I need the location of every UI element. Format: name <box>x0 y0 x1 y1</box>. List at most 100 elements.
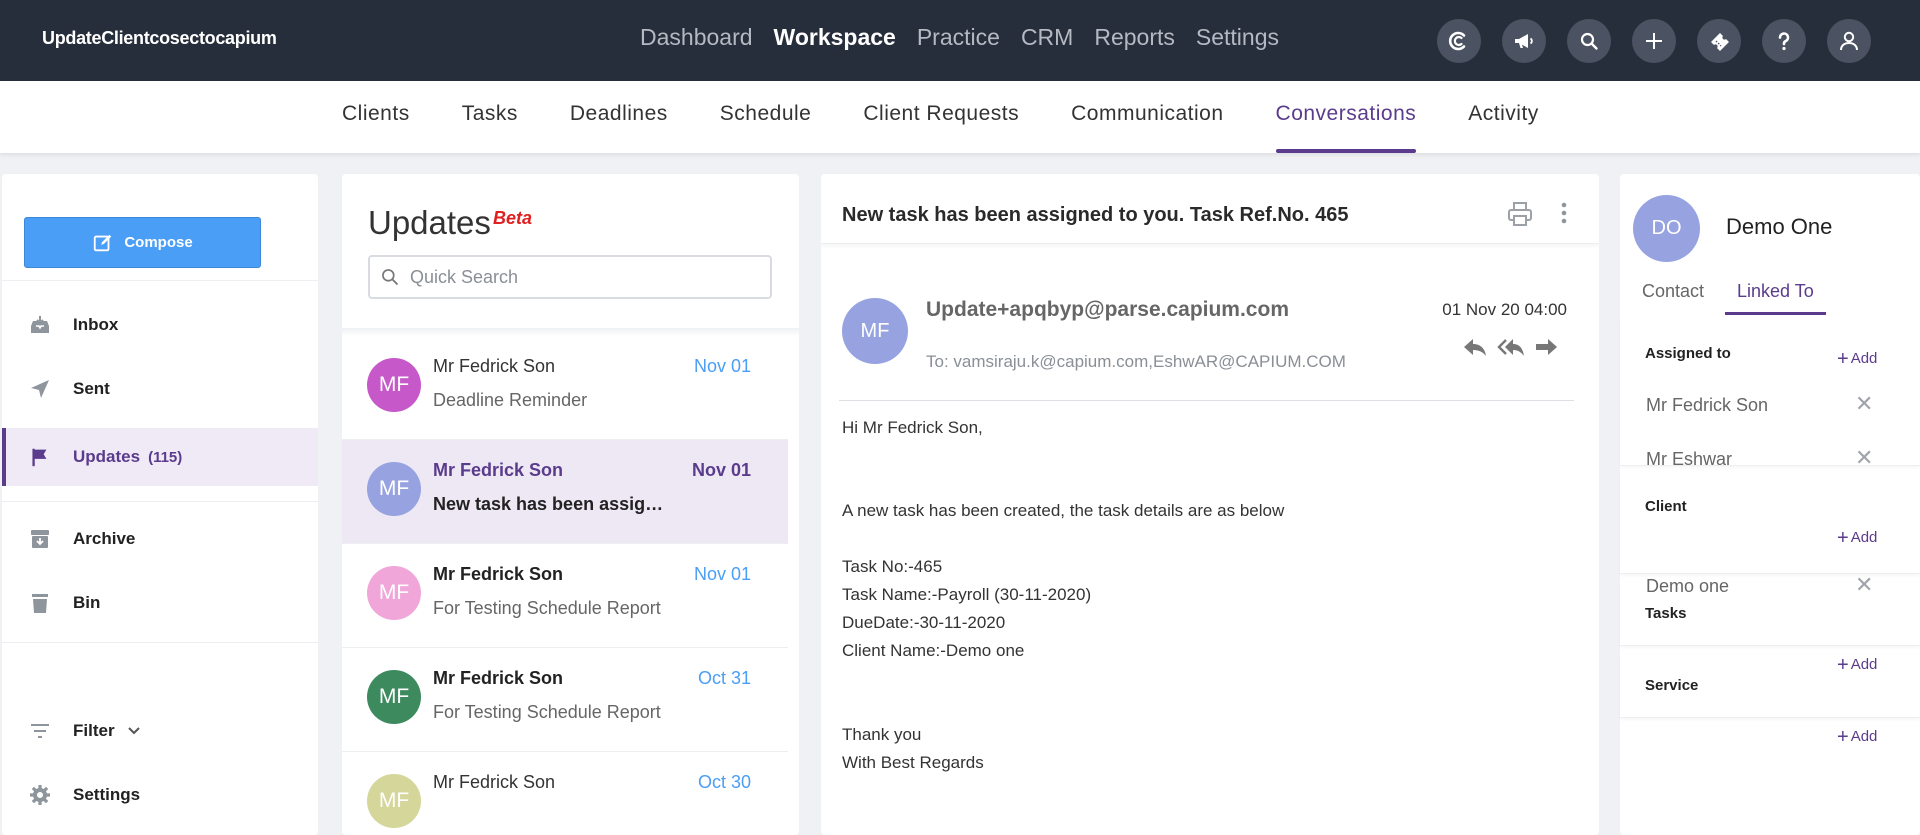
nav-practice[interactable]: Practice <box>917 24 1000 51</box>
plus-icon: + <box>1837 348 1849 370</box>
folder-archive[interactable]: Archive <box>2 510 318 568</box>
message-list-item[interactable]: MF Mr Fedrick Son Deadline Reminder Nov … <box>342 336 788 440</box>
folder-inbox[interactable]: Inbox <box>2 296 318 354</box>
add-service-button[interactable]: + Add <box>1837 726 1877 749</box>
remove-icon[interactable]: ✕ <box>1855 445 1873 471</box>
updates-count: (115) <box>148 448 183 466</box>
folder-sent[interactable]: Sent <box>2 360 318 418</box>
beta-badge: Beta <box>493 208 533 228</box>
contact-name: Demo One <box>1726 214 1833 239</box>
more-vertical-icon[interactable] <box>1558 200 1570 228</box>
body-greeting: Hi Mr Fedrick Son, <box>842 418 983 437</box>
flag-icon <box>27 444 53 470</box>
client-section: Client <box>1620 474 1920 574</box>
folder-updates[interactable]: Updates (115) <box>2 428 318 486</box>
assignee-item: Mr Eshwar <box>1646 449 1733 469</box>
assignee-item: Mr Fedrick Son <box>1646 395 1769 415</box>
archive-icon <box>27 526 53 552</box>
trash-icon <box>27 590 53 616</box>
quick-search-input[interactable] <box>410 263 760 291</box>
assigned-section: Assigned to <box>1620 319 1920 466</box>
tab-linked-to[interactable]: Linked To <box>1725 281 1826 315</box>
capium-logo-icon[interactable] <box>1437 19 1481 63</box>
plus-icon: + <box>1837 726 1849 748</box>
compose-label: Compose <box>124 234 193 251</box>
tab-schedule[interactable]: Schedule <box>720 81 812 153</box>
message-subject: New task has been assigned to you. Task … <box>433 494 665 514</box>
search-icon <box>382 269 399 286</box>
add-label: Add <box>1850 529 1878 546</box>
filter-toggle[interactable]: Filter <box>2 702 318 760</box>
chevron-down-icon <box>127 721 141 741</box>
tab-communication[interactable]: Communication <box>1071 81 1223 153</box>
message-list-item[interactable]: MF Mr Fedrick Son For Testing Schedule R… <box>342 544 788 648</box>
nav-reports[interactable]: Reports <box>1094 24 1175 51</box>
reply-all-icon[interactable] <box>1497 334 1525 360</box>
megaphone-icon[interactable] <box>1502 19 1546 63</box>
reply-icon[interactable] <box>1461 334 1489 360</box>
app-brand[interactable]: UpdateClientcosectocapium <box>42 28 277 49</box>
main-nav: Dashboard Workspace Practice CRM Reports… <box>640 24 1300 51</box>
gear-icon <box>27 782 53 808</box>
reader-header: New task has been assigned to you. Task … <box>821 174 1599 244</box>
add-assignee-button[interactable]: + Add <box>1837 348 1877 371</box>
avatar: MF <box>367 774 421 828</box>
forward-icon[interactable] <box>1533 334 1561 360</box>
folder-bin[interactable]: Bin <box>2 574 318 632</box>
recipients: To: vamsiraju.k@capium.com,EshwAR@CAPIUM… <box>926 352 1346 371</box>
tab-conversations[interactable]: Conversations <box>1275 81 1417 153</box>
tab-tasks[interactable]: Tasks <box>462 81 518 153</box>
folder-sidebar: Compose Inbox Sent Updates (115) Archive… <box>2 174 318 835</box>
message-sender: Mr Fedrick Son <box>433 668 564 688</box>
search-icon[interactable] <box>1567 19 1611 63</box>
remove-icon[interactable]: ✕ <box>1855 572 1873 598</box>
tab-activity[interactable]: Activity <box>1468 81 1539 153</box>
body-due-date: DueDate:-30-11-2020 <box>842 613 1006 632</box>
header-divider <box>839 400 1574 401</box>
tab-contact[interactable]: Contact <box>1642 281 1704 315</box>
sub-navigation-bar: Clients Tasks Deadlines Schedule Client … <box>0 81 1920 153</box>
list-divider <box>342 328 799 336</box>
tasks-title: Tasks <box>1645 605 1687 622</box>
avatar: MF <box>367 566 421 620</box>
message-list-item[interactable]: MF Mr Fedrick Son For Testing Schedule R… <box>342 648 788 752</box>
linked-client-item: Demo one <box>1646 576 1730 596</box>
sender-avatar: MF <box>842 298 908 364</box>
service-title: Service <box>1645 677 1699 694</box>
tab-client-requests[interactable]: Client Requests <box>863 81 1019 153</box>
message-list-item-selected[interactable]: MF Mr Fedrick Son New task has been assi… <box>342 440 788 544</box>
ticket-icon[interactable] <box>1697 19 1741 63</box>
message-reader-panel: New task has been assigned to you. Task … <box>821 174 1599 835</box>
nav-crm[interactable]: CRM <box>1021 24 1073 51</box>
updates-label: Updates <box>73 447 141 466</box>
remove-icon[interactable]: ✕ <box>1855 391 1873 417</box>
user-icon[interactable] <box>1827 19 1871 63</box>
message-date: Oct 30 <box>697 772 751 792</box>
message-list-item[interactable]: MF Mr Fedrick Son Oct 30 <box>342 752 788 835</box>
nav-settings[interactable]: Settings <box>1196 24 1279 51</box>
contact-avatar: DO <box>1633 195 1700 262</box>
add-task-button[interactable]: + Add <box>1837 654 1877 677</box>
message-date: Nov 01 <box>693 564 751 584</box>
tab-clients[interactable]: Clients <box>342 81 410 153</box>
plus-icon: + <box>1837 527 1849 549</box>
plus-icon: + <box>1837 654 1849 676</box>
print-icon[interactable] <box>1506 200 1534 228</box>
nav-dashboard[interactable]: Dashboard <box>640 24 753 51</box>
inbox-icon <box>27 312 53 338</box>
nav-workspace[interactable]: Workspace <box>774 24 896 51</box>
help-icon[interactable] <box>1762 19 1806 63</box>
compose-button[interactable]: Compose <box>24 217 261 268</box>
tab-deadlines[interactable]: Deadlines <box>570 81 668 153</box>
message-sender: Mr Fedrick Son <box>433 772 556 792</box>
body-thanks: Thank you <box>842 725 922 744</box>
add-client-button[interactable]: + Add <box>1837 527 1877 550</box>
plus-icon[interactable] <box>1632 19 1676 63</box>
message-subject: For Testing Schedule Report <box>433 702 661 722</box>
avatar: MF <box>367 358 421 412</box>
message-datetime: 01 Nov 20 04:00 <box>1442 300 1567 319</box>
message-subject: Deadline Reminder <box>433 390 588 410</box>
message-sender: Mr Fedrick Son <box>433 564 564 584</box>
settings-link[interactable]: Settings <box>2 766 318 824</box>
avatar: MF <box>367 462 421 516</box>
